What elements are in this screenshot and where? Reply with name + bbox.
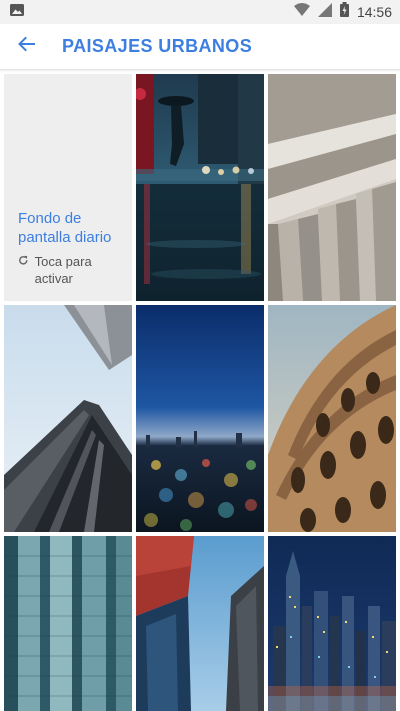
daily-wallpaper-subtitle: Toca para activar	[34, 254, 92, 286]
back-button[interactable]	[0, 24, 52, 70]
daily-wallpaper-title: Fondo de pantalla diario	[18, 210, 112, 246]
wallpaper-towers-against-sky[interactable]	[136, 536, 264, 711]
arrow-back-icon	[17, 36, 35, 57]
signal-icon	[317, 2, 332, 22]
status-time: 14:56	[356, 4, 392, 20]
refresh-icon	[18, 253, 29, 266]
app-bar: PAISAJES URBANOS	[0, 24, 400, 70]
status-bar: 14:56	[0, 0, 400, 24]
wallpaper-colosseum[interactable]	[268, 305, 396, 532]
wallpaper-night-skyline[interactable]	[268, 536, 396, 711]
wallpaper-concrete-arches[interactable]	[268, 74, 396, 301]
wallpaper-rainy-street[interactable]	[136, 74, 264, 301]
wallpaper-city-lights-bokeh[interactable]	[136, 305, 264, 532]
wallpaper-glass-tower-facade[interactable]	[4, 536, 132, 711]
daily-wallpaper-tile[interactable]: Fondo de pantalla diario Toca para activ…	[4, 74, 132, 301]
wifi-icon	[293, 3, 310, 21]
wallpaper-skyscrapers-looking-up[interactable]	[4, 305, 132, 532]
page-title: PAISAJES URBANOS	[62, 36, 253, 56]
image-notification-icon	[10, 3, 24, 21]
wallpaper-grid: Fondo de pantalla diario Toca para activ…	[4, 74, 396, 711]
battery-icon	[339, 2, 349, 22]
